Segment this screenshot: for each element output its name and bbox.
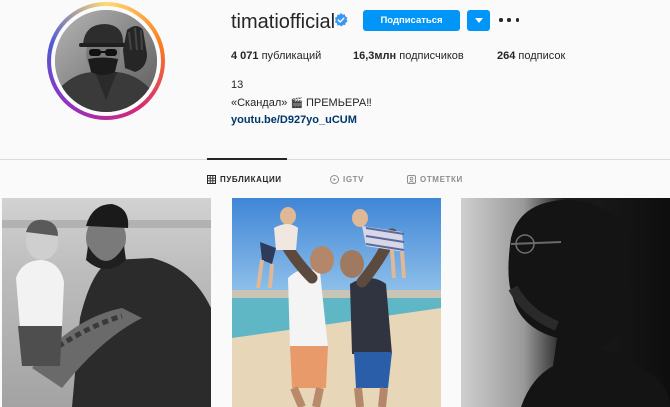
tagged-icon <box>407 175 416 184</box>
bio-premiere: ПРЕМЬЕРА‼ <box>305 97 372 109</box>
verified-badge-icon <box>334 13 348 27</box>
post-image <box>461 198 670 407</box>
avatar[interactable] <box>55 10 157 112</box>
more-dot-icon <box>499 18 503 22</box>
story-ring[interactable] <box>47 2 165 120</box>
avatar-frame <box>51 6 161 116</box>
tab-posts[interactable]: ПУБЛИКАЦИИ <box>207 175 282 184</box>
more-dot-icon <box>515 18 519 22</box>
posts-count: 4 071 публикаций <box>231 50 321 62</box>
tab-posts-label: ПУБЛИКАЦИИ <box>220 175 282 184</box>
followers-count-value: 16,3млн <box>353 50 397 62</box>
following-count-label: подписок <box>518 50 566 62</box>
followers-count[interactable]: 16,3млн подписчиков <box>353 50 464 62</box>
bio-line-1: 13 <box>231 79 244 91</box>
bio-link[interactable]: youtu.be/D927yo_uCUM <box>231 114 357 126</box>
avatar-photo <box>55 10 157 112</box>
tab-igtv-label: IGTV <box>343 175 365 184</box>
following-count-value: 264 <box>497 50 516 62</box>
caret-down-icon <box>474 18 483 23</box>
post-thumbnail[interactable] <box>232 198 441 407</box>
bio-line-2: «Скандал» 🎬 ПРЕМЬЕРА‼ <box>231 97 372 109</box>
username: timatiofficial <box>231 11 336 33</box>
post-thumbnail[interactable] <box>461 198 670 407</box>
clapperboard-emoji-icon: 🎬 <box>290 98 303 109</box>
post-thumbnail[interactable] <box>2 198 211 407</box>
follow-button[interactable]: Подписаться <box>363 10 460 31</box>
more-options-button[interactable] <box>499 12 519 28</box>
posts-count-value: 4 071 <box>231 50 259 62</box>
grid-icon <box>207 175 216 184</box>
bio-title: «Скандал» <box>231 97 288 109</box>
tab-tagged[interactable]: ОТМЕТКИ <box>407 175 463 184</box>
tab-tagged-label: ОТМЕТКИ <box>420 175 463 184</box>
active-tab-indicator <box>207 158 287 160</box>
igtv-icon <box>330 175 339 184</box>
post-image <box>232 198 441 407</box>
tab-igtv[interactable]: IGTV <box>330 175 364 184</box>
suggested-dropdown-button[interactable] <box>467 10 490 31</box>
posts-count-label: публикаций <box>261 50 322 62</box>
following-count[interactable]: 264 подписок <box>497 50 565 62</box>
post-image <box>2 198 211 407</box>
followers-count-label: подписчиков <box>399 50 464 62</box>
tabs-divider <box>0 159 670 160</box>
more-dot-icon <box>507 18 511 22</box>
